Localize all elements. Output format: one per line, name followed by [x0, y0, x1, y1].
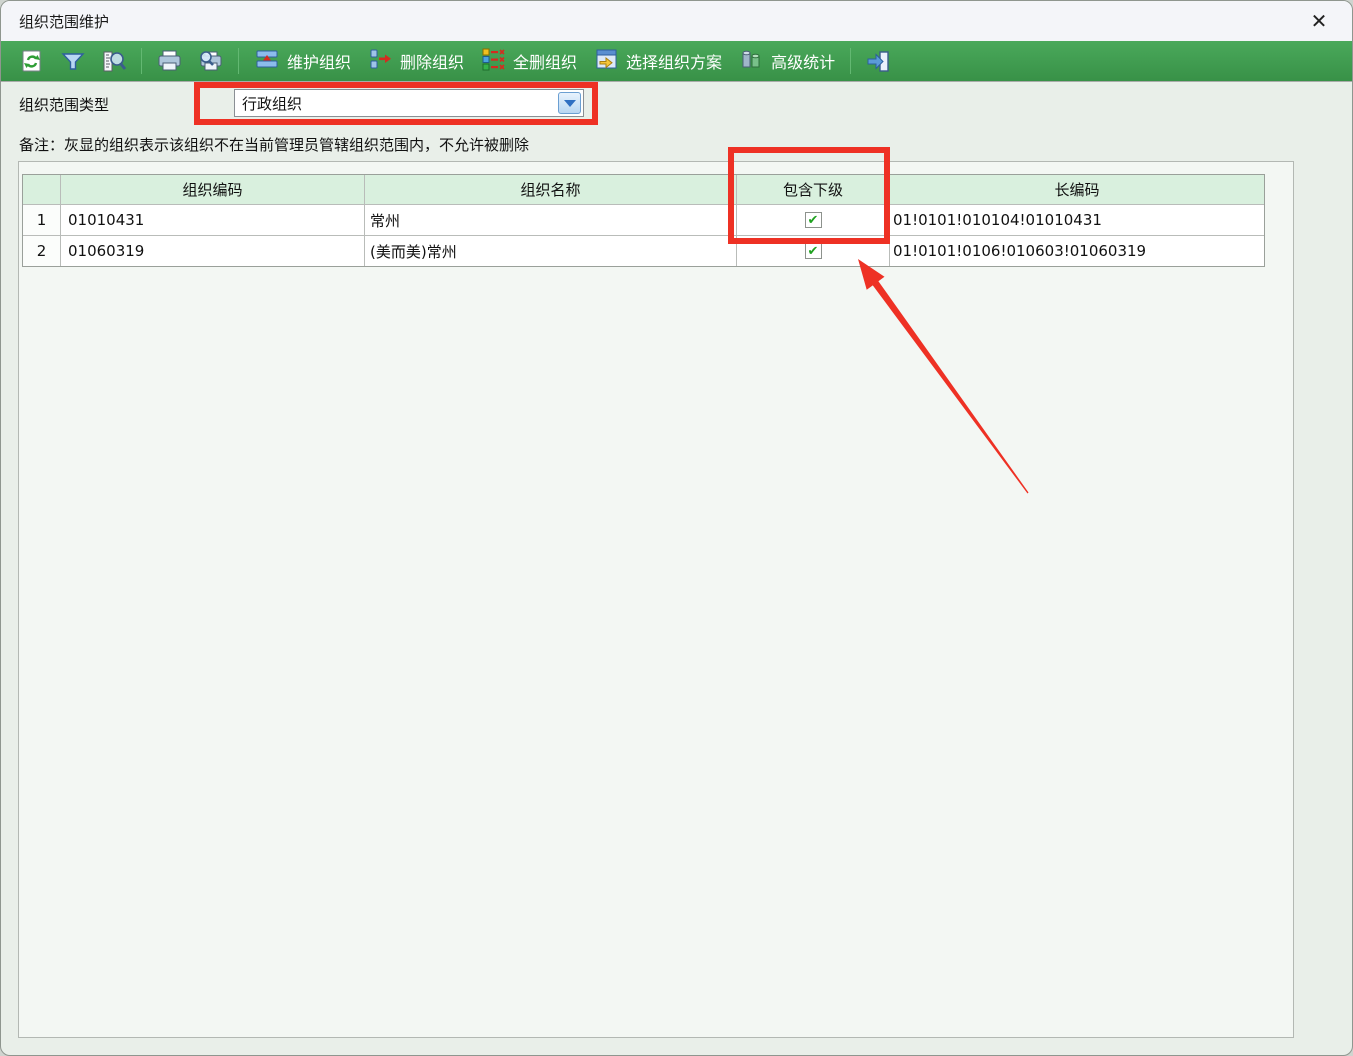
- long-code-cell[interactable]: 01!0101!010104!01010431: [890, 205, 1264, 235]
- close-icon[interactable]: ✕: [1304, 6, 1334, 36]
- maintain-org-icon: [254, 46, 280, 76]
- grid-panel: 组织编码 组织名称 包含下级 长编码 1 01010431 常州 ✔ 01!01…: [18, 161, 1294, 1038]
- delete-org-button[interactable]: 删除组织: [367, 46, 464, 76]
- toolbar-separator: [238, 48, 239, 74]
- maintain-org-button[interactable]: 维护组织: [254, 46, 351, 76]
- scope-type-value: 行政组织: [242, 93, 302, 114]
- print-icon[interactable]: [156, 48, 183, 75]
- toolbar-button-label: 高级统计: [771, 49, 835, 73]
- exit-icon[interactable]: [865, 48, 892, 75]
- row-number: 1: [23, 205, 60, 235]
- column-header-org-name[interactable]: 组织名称: [365, 175, 736, 204]
- title-bar: 组织范围维护 ✕: [1, 1, 1352, 41]
- chevron-down-icon: [564, 100, 576, 107]
- delete-org-icon: [367, 46, 393, 76]
- column-header-long-code[interactable]: 长编码: [890, 175, 1264, 204]
- column-header-include-sub[interactable]: 包含下级: [737, 175, 889, 204]
- advanced-stats-button[interactable]: 高级统计: [738, 46, 835, 76]
- include-sub-checkbox[interactable]: ✔: [805, 212, 822, 228]
- delete-all-org-button[interactable]: 全删组织: [480, 46, 577, 76]
- delete-all-org-icon: [480, 46, 506, 76]
- toolbar-button-label: 维护组织: [287, 49, 351, 73]
- org-name-cell[interactable]: (美而美)常州: [365, 236, 736, 266]
- include-sub-cell[interactable]: ✔: [737, 205, 889, 235]
- check-icon: ✔: [808, 214, 819, 227]
- toolbar-button-label: 删除组织: [400, 49, 464, 73]
- toolbar-button-label: 选择组织方案: [626, 49, 722, 73]
- org-code-cell[interactable]: 01010431: [61, 205, 364, 235]
- include-sub-checkbox[interactable]: ✔: [805, 243, 822, 259]
- window-title: 组织范围维护: [19, 11, 1304, 32]
- scope-type-label: 组织范围类型: [19, 94, 109, 115]
- include-sub-cell[interactable]: ✔: [737, 236, 889, 266]
- toolbar: 维护组织 删除组织: [1, 41, 1352, 82]
- print-preview-icon[interactable]: [197, 48, 224, 75]
- toolbar-separator: [850, 48, 851, 74]
- scope-type-combobox[interactable]: 行政组织: [234, 89, 584, 117]
- table-corner-cell: [23, 175, 60, 204]
- org-name-cell[interactable]: 常州: [365, 205, 736, 235]
- locate-icon[interactable]: [100, 48, 127, 75]
- toolbar-button-label: 全删组织: [513, 49, 577, 73]
- toolbar-separator: [141, 48, 142, 74]
- column-header-org-code[interactable]: 组织编码: [61, 175, 364, 204]
- row-number: 2: [23, 236, 60, 266]
- combobox-dropdown-button[interactable]: [558, 92, 581, 114]
- org-code-cell[interactable]: 01060319: [61, 236, 364, 266]
- dialog-window: 组织范围维护 ✕: [0, 0, 1353, 1056]
- refresh-icon[interactable]: [18, 48, 45, 75]
- note-text: 备注：灰显的组织表示该组织不在当前管理员管辖组织范围内，不允许被删除: [19, 134, 529, 155]
- check-icon: ✔: [808, 245, 819, 258]
- select-org-scheme-icon: [593, 46, 619, 76]
- long-code-cell[interactable]: 01!0101!0106!010603!01060319: [890, 236, 1264, 266]
- advanced-stats-icon: [738, 46, 764, 76]
- org-table: 组织编码 组织名称 包含下级 长编码 1 01010431 常州 ✔ 01!01…: [22, 174, 1265, 267]
- select-org-scheme-button[interactable]: 选择组织方案: [593, 46, 722, 76]
- filter-icon[interactable]: [59, 48, 86, 75]
